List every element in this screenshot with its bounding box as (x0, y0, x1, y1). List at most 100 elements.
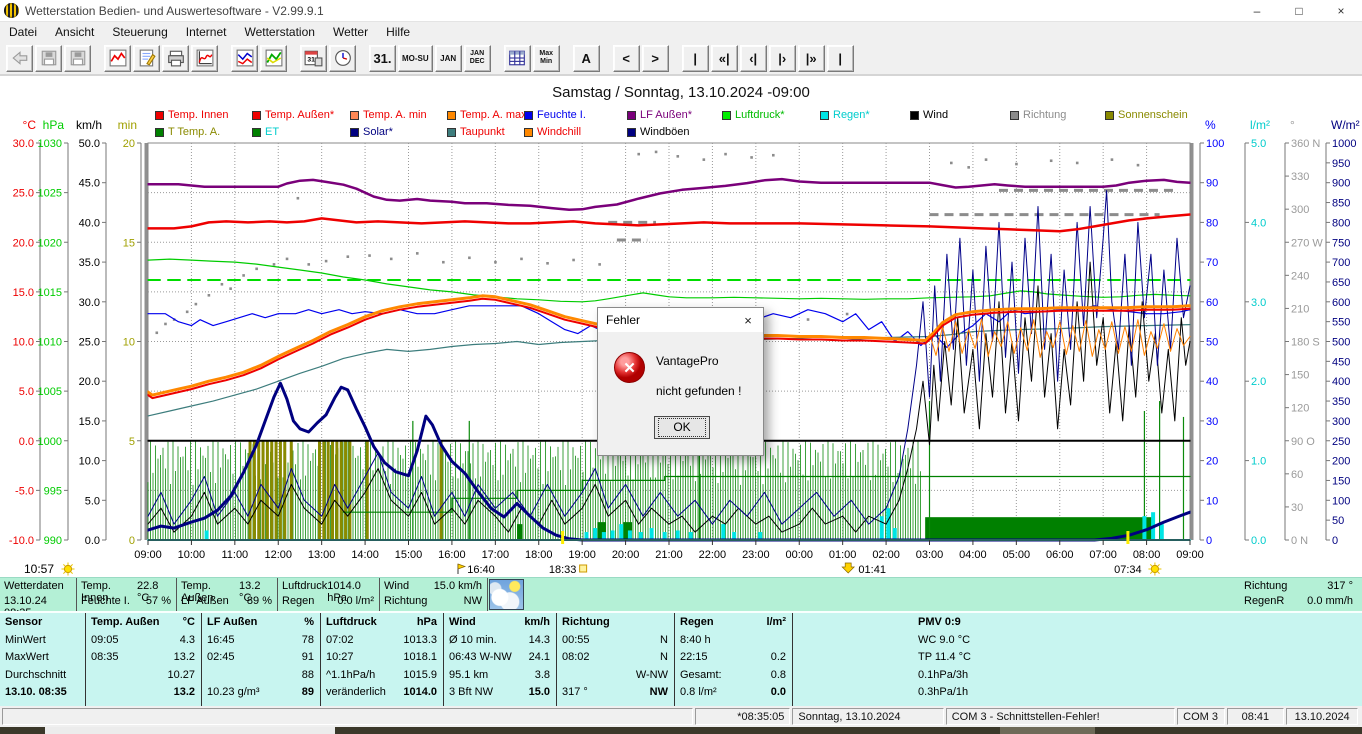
toolbar-table-view-button[interactable] (504, 45, 531, 72)
toolbar-step-back-button[interactable]: ‹| (740, 45, 767, 72)
svg-text:180 S: 180 S (1291, 337, 1320, 349)
yellow-axis-tick (561, 531, 564, 544)
toolbar-fast-back-button[interactable]: «| (711, 45, 738, 72)
color-chart-icon (265, 49, 283, 67)
toolbar-week-view-button[interactable]: MO-SU (398, 45, 433, 72)
x-tick-label: 20:00 (612, 549, 640, 561)
toolbar-print-button[interactable] (162, 45, 189, 72)
sensor-col-regen: Regenl/m²8:40 h22:150.2Gesamt:0.80.8 l/m… (675, 613, 793, 708)
menu-wetter[interactable]: Wetter (324, 23, 377, 41)
series-regen (205, 530, 209, 540)
status-panel-3: COM 3 - Schnittstellen-Fehler! (946, 708, 1175, 725)
toolbar-step-forward-button[interactable]: |› (769, 45, 796, 72)
series-richtung_punkte (520, 258, 523, 261)
x-tick-label: 22:00 (699, 549, 727, 561)
flag-icon (458, 564, 465, 569)
toolbar-curve-window-button[interactable] (191, 45, 218, 72)
svg-text:15.0: 15.0 (13, 287, 34, 299)
menu-internet[interactable]: Internet (177, 23, 236, 41)
svg-text:10.0: 10.0 (79, 456, 100, 468)
toolbar-year-view-button[interactable]: JANDEC (464, 45, 491, 72)
toolbar-cursor-start-button[interactable]: | (682, 45, 709, 72)
menu-ansicht[interactable]: Ansicht (46, 23, 103, 41)
x-tick-label: 02:00 (872, 549, 900, 561)
legend-temp-au-en-: Temp. Außen* (252, 109, 334, 121)
menu-steuerung[interactable]: Steuerung (103, 23, 176, 41)
svg-text:45.0: 45.0 (79, 178, 100, 190)
legend-color-swatch (910, 111, 919, 120)
sensor-summary-table: SensorMinWertMaxWertDurchschnitt13.10. 0… (0, 611, 1362, 706)
svg-text:50.0: 50.0 (79, 138, 100, 150)
weather-cell: Temp. Außen13.2 °CLF Außen89 % (177, 578, 278, 612)
svg-text:40: 40 (1206, 376, 1218, 388)
toolbar-cursor-end-button[interactable]: | (827, 45, 854, 72)
toolbar-multi-chart-button[interactable] (231, 45, 258, 72)
toolbar-fast-forward-button[interactable]: |» (798, 45, 825, 72)
chart-title: Samstag / Sonntag, 13.10.2024 -09:00 (0, 84, 1362, 101)
legend-solar-: Solar* (350, 126, 393, 138)
series-sonnenschein (266, 441, 269, 540)
menu-hilfe[interactable]: Hilfe (377, 23, 419, 41)
menu-wetterstation[interactable]: Wetterstation (235, 23, 323, 41)
svg-text:550: 550 (1332, 317, 1350, 329)
dialog-close-icon[interactable]: × (733, 308, 763, 332)
series-regen (893, 528, 897, 540)
svg-text:650: 650 (1332, 277, 1350, 289)
svg-text:20: 20 (1206, 456, 1218, 468)
series-richtung_punkte (676, 155, 679, 158)
toolbar-edit-data-button[interactable] (133, 45, 160, 72)
curve-window-icon (196, 49, 214, 67)
multi-chart-icon (236, 49, 254, 67)
series-richtung_punkte (846, 313, 849, 316)
minimize-button[interactable]: – (1236, 0, 1278, 22)
toolbar-day-view-button[interactable]: 31. (369, 45, 396, 72)
toolbar-chart-view-button[interactable] (104, 45, 131, 72)
toolbar-date-select-button[interactable]: 31 (300, 45, 327, 72)
series-regen (650, 528, 654, 540)
svg-text:50: 50 (1332, 515, 1344, 527)
application-window: Wetterstation Bedien- und Auswertesoftwa… (0, 0, 1362, 734)
svg-text:60: 60 (1291, 469, 1303, 481)
series-richtung_punkte (325, 260, 328, 263)
toolbar-color-chart-button[interactable] (260, 45, 287, 72)
toolbar-time-select-button[interactable] (329, 45, 356, 72)
svg-text:hPa: hPa (43, 118, 65, 132)
svg-text:30: 30 (1291, 502, 1303, 514)
series-sonnen_block (517, 524, 522, 540)
toolbar-next-day-button[interactable]: > (642, 45, 669, 72)
toolbar-maxmin-view-button[interactable]: MaxMin (533, 45, 560, 72)
menu-datei[interactable]: Datei (0, 23, 46, 41)
marker-18-33: 18:33 (549, 564, 577, 576)
series-richtung_punkte (368, 254, 371, 257)
sensor-row-labels: SensorMinWertMaxWertDurchschnitt13.10. 0… (0, 613, 86, 708)
svg-text:km/h: km/h (76, 118, 102, 132)
svg-text:90: 90 (1206, 178, 1218, 190)
x-tick-label: 23:00 (742, 549, 770, 561)
close-button[interactable]: × (1320, 0, 1362, 22)
svg-text:330: 330 (1291, 171, 1309, 183)
legend-color-swatch (722, 111, 731, 120)
series-richtung_punkte (468, 256, 471, 259)
sensor-col-richtung: Richtung00:55N08:02NW-NW317 °NW (557, 613, 675, 708)
toolbar-month-view-button[interactable]: JAN (435, 45, 462, 72)
svg-text:°: ° (1290, 118, 1295, 132)
error-dialog: Fehler × ✕ VantagePro nicht gefunden ! O… (597, 307, 764, 456)
maximize-button[interactable]: □ (1278, 0, 1320, 22)
taskbar-strip (0, 727, 1362, 734)
svg-text:0: 0 (1206, 535, 1212, 547)
legend-color-swatch (1105, 111, 1114, 120)
svg-text:350: 350 (1332, 396, 1350, 408)
toolbar-prev-day-button[interactable]: < (613, 45, 640, 72)
x-tick-label: 21:00 (655, 549, 683, 561)
svg-text:5.0: 5.0 (85, 495, 100, 507)
series-richtung_punkte (546, 262, 549, 265)
ok-button[interactable]: OK (654, 416, 710, 439)
legend-color-swatch (350, 128, 359, 137)
svg-text:%: % (1205, 118, 1216, 132)
svg-text:250: 250 (1332, 436, 1350, 448)
svg-text:700: 700 (1332, 257, 1350, 269)
series-richtung_punkte (637, 153, 640, 156)
series-regen (886, 508, 890, 540)
toolbar-auto-scale-button[interactable]: A (573, 45, 600, 72)
svg-text:15: 15 (123, 237, 135, 249)
